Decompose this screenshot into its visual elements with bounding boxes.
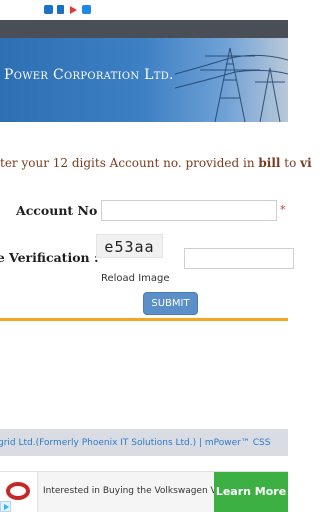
ad-banner[interactable]: Interested in Buying the Volkswagen Vent… [0, 471, 288, 512]
account-number-input[interactable] [101, 200, 277, 221]
screenshot-notification-icon [57, 5, 64, 14]
captcha-input[interactable] [184, 248, 294, 269]
instruction-text: ter your 12 digits Account no. provided … [0, 156, 312, 170]
reload-image-link[interactable]: Reload Image [101, 273, 170, 284]
transmission-tower-icon [175, 47, 288, 122]
footer: grid Ltd.(Formerly Phoenix IT Solutions … [0, 429, 288, 456]
image-verification-label: ge Verification : [0, 250, 99, 265]
header-banner: Power Corporation Ltd. [0, 38, 288, 122]
required-mark: * [280, 203, 286, 216]
status-bar [0, 0, 288, 20]
company-title: Power Corporation Ltd. [4, 67, 174, 83]
learn-more-button[interactable]: Learn More [214, 472, 288, 512]
ad-text[interactable]: Interested in Buying the Volkswagen Vent… [43, 486, 241, 496]
submit-button[interactable]: SUBMIT [143, 292, 198, 315]
app-notification-icon [44, 5, 53, 14]
top-band [0, 20, 288, 38]
ad-choices-icon[interactable] [0, 501, 11, 512]
form-divider [0, 318, 288, 321]
car-wheel-icon [6, 482, 30, 500]
message-notification-icon [82, 5, 91, 14]
account-number-label: Account No : [16, 203, 107, 218]
play-notification-icon [70, 6, 77, 14]
captcha-image: e53aa [96, 234, 163, 258]
footer-credits-link[interactable]: grid Ltd.(Formerly Phoenix IT Solutions … [0, 438, 270, 448]
